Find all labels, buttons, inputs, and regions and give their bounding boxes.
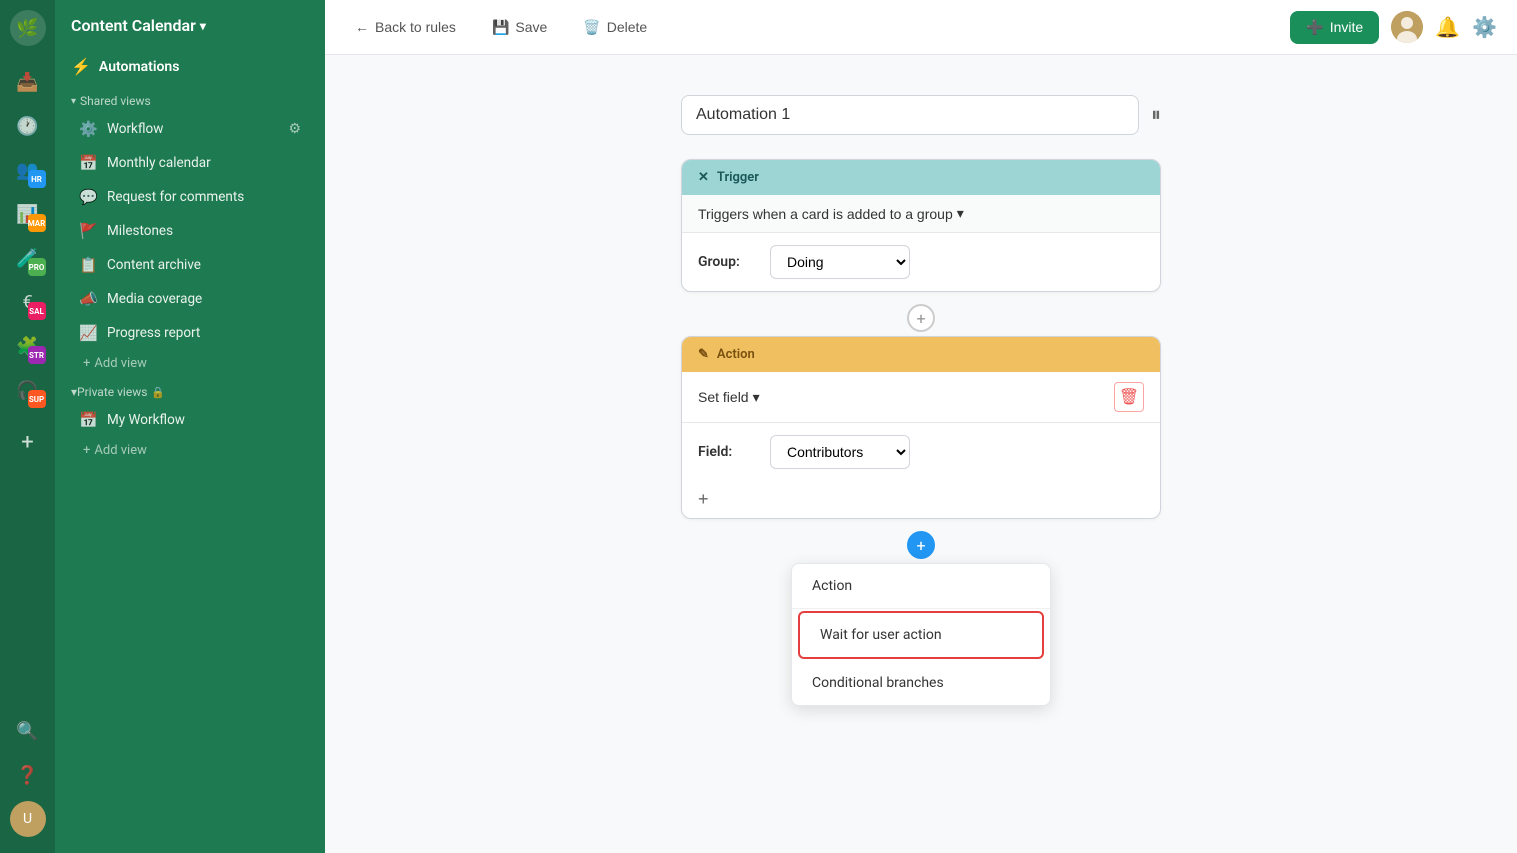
sidebar-title-chevron: ▾ [200, 19, 206, 33]
app-logo[interactable]: 🌿 [10, 10, 46, 46]
inbox-icon[interactable]: 📥 [8, 62, 48, 102]
save-icon: 💾 [492, 19, 509, 36]
private-lock-icon: 🔒 [151, 386, 165, 399]
people-hr-icon[interactable]: 👥 HR [8, 150, 48, 190]
my-workflow-icon: 📅 [79, 411, 99, 429]
user-avatar[interactable] [1391, 11, 1423, 43]
topbar-left: ← Back to rules 💾 Save 🗑️ Delete [345, 13, 657, 42]
dropdown-menu-container: Action Wait for user action Conditional … [791, 563, 1051, 706]
sup-badge: SUP [28, 390, 46, 408]
dropdown-item-conditional-branches[interactable]: Conditional branches [792, 661, 1050, 705]
monthly-calendar-icon: 📅 [79, 154, 99, 172]
sidebar-title[interactable]: Content Calendar ▾ [55, 0, 325, 47]
dropdown-item-action[interactable]: Action [792, 564, 1050, 609]
automation-name-input[interactable] [681, 95, 1139, 135]
sidebar-item-milestones[interactable]: 🚩 Milestones [63, 215, 317, 247]
add-step-connector-2[interactable]: + [907, 531, 935, 559]
sidebar: Content Calendar ▾ ⚡ Automations ▾ Share… [55, 0, 325, 853]
trigger-card-header: ✕ Trigger [682, 160, 1160, 195]
settings-icon[interactable]: ⚙️ [1472, 15, 1497, 39]
progress-report-icon: 📈 [79, 324, 99, 342]
invite-button[interactable]: ➕ Invite [1290, 11, 1379, 44]
sidebar-item-monthly-calendar[interactable]: 📅 Monthly calendar [63, 147, 317, 179]
clock-icon[interactable]: 🕐 [8, 106, 48, 146]
trigger-group-row: Group: Doing To Do Done Review [682, 233, 1160, 291]
invite-icon: ➕ [1306, 19, 1323, 36]
topbar-right: ➕ Invite 🔔 ⚙️ [1290, 11, 1497, 44]
euro-sal-icon[interactable]: € SAL [8, 282, 48, 322]
str-badge: STR [28, 346, 46, 364]
media-coverage-icon: 📣 [79, 290, 99, 308]
save-button[interactable]: 💾 Save [482, 13, 557, 42]
action-type-row: Set field ▾ 🗑 [682, 372, 1160, 423]
mar-badge: MAR [28, 214, 46, 232]
pause-button[interactable]: ⏸ [1151, 104, 1161, 127]
automation-flow: ⏸ ✕ Trigger Triggers when a card is adde… [681, 95, 1161, 563]
trigger-header-icon: ✕ [698, 170, 709, 185]
delete-button[interactable]: 🗑️ Delete [573, 13, 657, 42]
automation-name-row: ⏸ [681, 95, 1161, 135]
milestones-icon: 🚩 [79, 222, 99, 240]
puzzle-str-icon[interactable]: 🧩 STR [8, 326, 48, 366]
workflow-icon: ⚙️ [79, 120, 99, 138]
sal-badge: SAL [28, 302, 46, 320]
private-add-view-button[interactable]: + Add view [63, 438, 317, 463]
notifications-icon[interactable]: 🔔 [1435, 15, 1460, 39]
help-icon[interactable]: ❓ [8, 755, 48, 795]
action-field-select[interactable]: Contributors Status Due Date Assignee [770, 435, 910, 469]
add-value-button[interactable]: + [682, 481, 725, 518]
pro-badge: PRO [28, 258, 46, 276]
add-step-area: + Action Wait for user action Conditiona… [907, 527, 935, 563]
back-arrow-icon: ← [355, 19, 369, 35]
action-delete-button[interactable]: 🗑 [1114, 382, 1144, 412]
sidebar-item-automations[interactable]: ⚡ Automations [55, 47, 325, 86]
chart-mar-icon[interactable]: 📊 MAR [8, 194, 48, 234]
action-card: ✎ Action Set field ▾ 🗑 Field: Contributo… [681, 336, 1161, 519]
trigger-card: ✕ Trigger Triggers when a card is added … [681, 159, 1161, 292]
content-archive-icon: 📋 [79, 256, 99, 274]
back-to-rules-button[interactable]: ← Back to rules [345, 13, 466, 41]
dropdown-item-wait-user-action[interactable]: Wait for user action [798, 611, 1044, 659]
sidebar-item-content-archive[interactable]: 📋 Content archive [63, 249, 317, 281]
support-sup-icon[interactable]: 🎧 SUP [8, 370, 48, 410]
sidebar-item-workflow[interactable]: ⚙️ Workflow ⚙ [63, 113, 317, 145]
search-bottom-icon[interactable]: 🔍 [8, 711, 48, 751]
trigger-event-dropdown[interactable]: Triggers when a card is added to a group… [698, 205, 964, 222]
main-content: ← Back to rules 💾 Save 🗑️ Delete ➕ Invit… [325, 0, 1517, 853]
request-comments-icon: 💬 [79, 188, 99, 206]
private-views-section: ▾ Private views 🔒 [55, 377, 325, 403]
shared-views-chevron-icon: ▾ [71, 96, 76, 107]
add-step-connector-1[interactable]: + [907, 304, 935, 332]
topbar: ← Back to rules 💾 Save 🗑️ Delete ➕ Invit… [325, 0, 1517, 55]
delete-icon: 🗑️ [583, 19, 600, 36]
action-type-dropdown[interactable]: Set field ▾ [698, 389, 760, 406]
trigger-group-select[interactable]: Doing To Do Done Review [770, 245, 910, 279]
user-avatar-icon[interactable]: U [8, 799, 48, 839]
action-header-icon: ✎ [698, 347, 709, 362]
icon-bar: 🌿 📥 🕐 👥 HR 📊 MAR 🧪 PRO € SAL 🧩 STR 🎧 SUP… [0, 0, 55, 853]
workflow-gear-icon[interactable]: ⚙ [288, 121, 301, 137]
sidebar-item-request-comments[interactable]: 💬 Request for comments [63, 181, 317, 213]
action-field-row: Field: Contributors Status Due Date Assi… [682, 423, 1160, 481]
trigger-dropdown-chevron-icon: ▾ [957, 205, 964, 222]
add-workspace-icon[interactable]: + [8, 422, 48, 462]
hr-badge: HR [28, 170, 46, 188]
sidebar-item-my-workflow[interactable]: 📅 My Workflow [63, 404, 317, 436]
action-type-chevron-icon: ▾ [753, 389, 760, 406]
shared-views-section: ▾ Shared views [55, 86, 325, 112]
automations-bolt-icon: ⚡ [71, 57, 91, 76]
sidebar-item-progress-report[interactable]: 📈 Progress report [63, 317, 317, 349]
trigger-event-row: Triggers when a card is added to a group… [682, 195, 1160, 233]
action-card-header: ✎ Action [682, 337, 1160, 372]
shared-add-view-button[interactable]: + Add view [63, 351, 317, 376]
step-type-dropdown-menu: Action Wait for user action Conditional … [791, 563, 1051, 706]
sidebar-item-media-coverage[interactable]: 📣 Media coverage [63, 283, 317, 315]
canvas: ⏸ ✕ Trigger Triggers when a card is adde… [325, 55, 1517, 853]
flask-pro-icon[interactable]: 🧪 PRO [8, 238, 48, 278]
